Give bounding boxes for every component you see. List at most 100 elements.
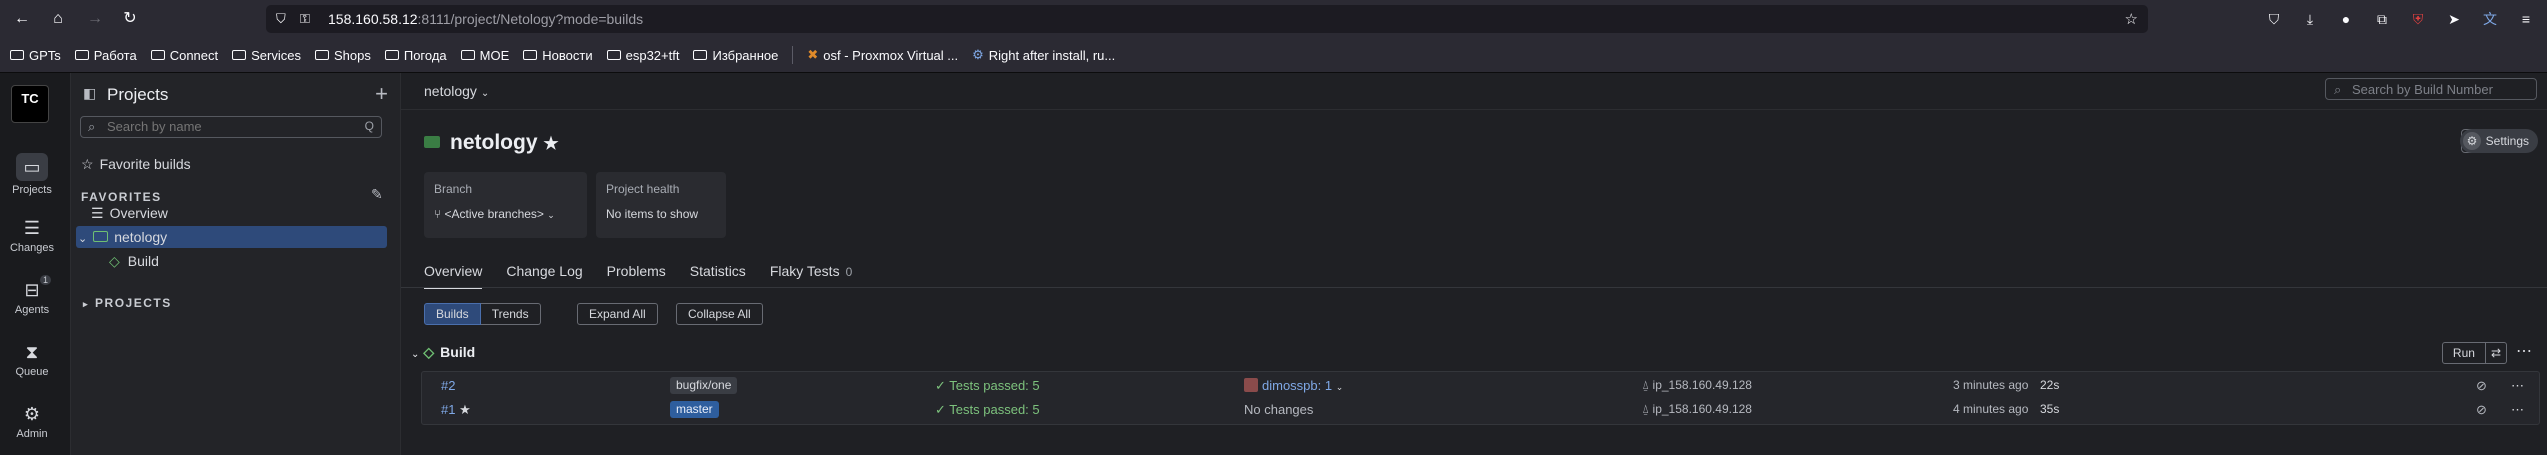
- tab-label: Flaky Tests: [769, 263, 840, 279]
- reload-icon[interactable]: ↻: [119, 8, 141, 30]
- changes-cell[interactable]: dimosspb: 1 ⌄: [1244, 378, 1343, 393]
- build-type-title[interactable]: ⌄ ◇ Build: [411, 344, 475, 361]
- lock-icon[interactable]: ⚿: [300, 11, 310, 27]
- shield-icon[interactable]: ⛉: [276, 11, 286, 27]
- trends-view-button[interactable]: Trends: [480, 303, 541, 325]
- project-search-input[interactable]: [81, 117, 367, 134]
- sidebar-item-build[interactable]: ◇ Build: [109, 250, 387, 272]
- changes-text: dimosspb: 1: [1262, 378, 1333, 393]
- bookmark-item[interactable]: ✖ osf - Proxmox Virtual ...: [807, 47, 958, 63]
- bookmark-item[interactable]: ⚙ Right after install, ru...: [972, 47, 1115, 63]
- star-icon[interactable]: ★: [543, 134, 558, 153]
- bookmark-label: Right after install, ru...: [988, 47, 1116, 63]
- bookmark-item[interactable]: Services: [232, 48, 301, 63]
- favorite-builds-label: Favorite builds: [99, 156, 191, 172]
- query-icon[interactable]: Q: [365, 119, 374, 133]
- bookmark-item[interactable]: MOE: [460, 48, 509, 63]
- bookmark-item[interactable]: GPTs: [10, 48, 61, 63]
- nav-agents[interactable]: ⊟ Agents 1: [0, 275, 64, 316]
- menu-icon[interactable]: ≡: [2515, 8, 2537, 30]
- build-status[interactable]: ✓ Tests passed: 5: [935, 378, 1040, 394]
- pin-icon[interactable]: ⊘: [2476, 402, 2487, 418]
- branch-badge[interactable]: master: [670, 401, 719, 418]
- chevron-down-icon: ⌄: [547, 210, 555, 220]
- project-search[interactable]: ⌕ Q: [80, 116, 382, 138]
- table-row[interactable]: #2 bugfix/one ✓ Tests passed: 5 dimosspb…: [422, 374, 2539, 398]
- edit-pencil-icon[interactable]: ✎: [371, 186, 383, 203]
- build-status[interactable]: ✓ Tests passed: 5: [935, 402, 1040, 418]
- projects-heading-label: PROJECTS: [95, 296, 172, 310]
- extension-arrow-icon[interactable]: ➤: [2443, 8, 2465, 30]
- gear-icon: ⚙: [2463, 132, 2481, 150]
- account-icon[interactable]: ●: [2335, 8, 2357, 30]
- more-icon[interactable]: ⋯: [2511, 402, 2524, 418]
- build-number-search[interactable]: ⌕ Search by Build Number: [2325, 78, 2537, 100]
- left-nav-bar: TC ▭ Projects ☰ Changes ⊟ Agents 1 ⧗ Queue ⚙ A…: [0, 73, 71, 455]
- agents-badge: 1: [40, 275, 52, 285]
- nav-admin[interactable]: ⚙ Admin: [0, 403, 64, 440]
- builds-view-button[interactable]: Builds: [424, 303, 481, 325]
- sidebar-item-overview[interactable]: ☰ Overview: [91, 202, 387, 224]
- bookmark-item[interactable]: esp32+tft: [606, 48, 679, 63]
- table-row[interactable]: #1 ★ master ✓ Tests passed: 5 No changes…: [422, 398, 2539, 422]
- chevron-down-icon[interactable]: ⌄: [411, 349, 419, 360]
- favorite-builds-link[interactable]: ☆ Favorite builds: [79, 153, 387, 175]
- pin-icon[interactable]: ⊘: [2476, 378, 2487, 394]
- extensions-icon[interactable]: ⧉: [2371, 8, 2393, 30]
- run-button[interactable]: Run: [2441, 342, 2486, 364]
- nav-projects[interactable]: ▭ Projects: [0, 153, 64, 196]
- tab-overview[interactable]: Overview: [424, 263, 483, 289]
- bookmark-star-icon[interactable]: ☆: [2125, 10, 2138, 28]
- chevron-down-icon: ⌄: [480, 88, 490, 99]
- download-icon[interactable]: ⤓: [2299, 8, 2321, 30]
- projects-heading[interactable]: ▸ PROJECTS: [83, 296, 172, 310]
- translate-icon[interactable]: 文: [2479, 8, 2501, 30]
- teamcity-logo[interactable]: TC: [11, 85, 49, 123]
- run-options-icon[interactable]: ⇄: [2485, 342, 2507, 364]
- bookmark-item[interactable]: Shops: [314, 47, 371, 63]
- bookmark-item[interactable]: Новости: [523, 48, 593, 63]
- branch-badge[interactable]: bugfix/one: [670, 377, 738, 394]
- expand-all-button[interactable]: Expand All: [577, 303, 658, 325]
- bookmark-item[interactable]: Избранное: [693, 48, 778, 63]
- more-icon[interactable]: ⋯: [2516, 341, 2533, 361]
- breadcrumb[interactable]: netology ⌄: [424, 83, 489, 99]
- bookmark-label: Services: [251, 47, 301, 63]
- branch-selector[interactable]: ⑂ <Active branches> ⌄: [434, 207, 555, 221]
- agent-cell[interactable]: ⍙ ip_158.160.49.128: [1642, 378, 1752, 393]
- bookmark-item[interactable]: Connect: [150, 48, 218, 63]
- forward-icon[interactable]: →: [84, 8, 106, 30]
- tab-flaky-tests[interactable]: Flaky Tests 0: [770, 263, 852, 289]
- bookmark-item[interactable]: Работа: [74, 48, 137, 63]
- ublock-icon[interactable]: ⛨: [2407, 8, 2429, 30]
- project-title-text: netology: [450, 131, 538, 154]
- pocket-icon[interactable]: ⛉: [2263, 8, 2285, 30]
- sidebar-toggle-icon[interactable]: ◧: [83, 85, 96, 102]
- url-text[interactable]: 158.160.58.12:8111/project/Netology?mode…: [328, 5, 643, 33]
- bookmark-item[interactable]: Погода: [384, 48, 447, 63]
- nav-changes[interactable]: ☰ Changes: [0, 217, 64, 254]
- settings-button[interactable]: ⚙ Settings: [2460, 129, 2538, 153]
- bookmark-label: Shops: [333, 47, 371, 63]
- build-number[interactable]: #1 ★: [441, 402, 471, 418]
- build-number[interactable]: #2: [441, 378, 455, 393]
- home-icon[interactable]: ⌂: [47, 8, 69, 30]
- chevron-down-icon[interactable]: ⌄: [78, 233, 87, 245]
- branch-icon: ⑂: [434, 207, 442, 221]
- flaky-count: 0: [845, 265, 853, 279]
- tab-change-log[interactable]: Change Log: [506, 263, 582, 289]
- back-icon[interactable]: ←: [11, 8, 33, 30]
- search-icon: ⌕: [2334, 82, 2342, 97]
- build-type-name: Build: [440, 344, 476, 360]
- agent-cell[interactable]: ⍙ ip_158.160.49.128: [1642, 402, 1752, 417]
- tab-statistics[interactable]: Statistics: [690, 263, 746, 289]
- add-project-icon[interactable]: +: [375, 81, 388, 107]
- collapse-all-button[interactable]: Collapse All: [676, 303, 763, 325]
- url-bar[interactable]: ⛉ ⚿ 158.160.58.12:8111/project/Netology?…: [266, 5, 2148, 33]
- tab-problems[interactable]: Problems: [607, 263, 666, 289]
- nav-queue[interactable]: ⧗ Queue: [0, 341, 64, 378]
- star-icon[interactable]: ★: [459, 402, 471, 417]
- sidebar-item-netology[interactable]: ⌄ netology: [76, 226, 387, 248]
- more-icon[interactable]: ⋯: [2511, 378, 2524, 394]
- sidebar-item-label: Overview: [109, 205, 168, 221]
